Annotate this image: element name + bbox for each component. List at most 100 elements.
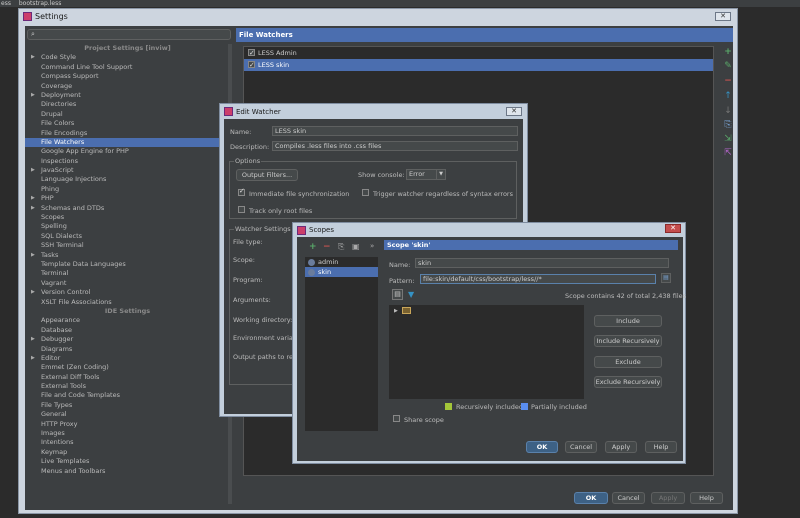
include-recursively-button[interactable]: Include Recursively (594, 335, 662, 347)
track-root-checkbox[interactable] (238, 206, 245, 213)
ok-button[interactable]: OK (526, 441, 558, 453)
move-down-icon[interactable]: ↓ (724, 107, 732, 116)
tree-item[interactable]: ▶ Editor (25, 354, 230, 363)
tree-item[interactable]: Coverage (25, 82, 230, 91)
tree-item[interactable]: General (25, 410, 230, 419)
watcher-enabled-checkbox[interactable] (248, 47, 255, 59)
scope-item[interactable]: skin (305, 267, 378, 277)
tree-item[interactable]: Keymap (25, 448, 230, 457)
copy-icon[interactable]: ⎘ (338, 242, 344, 252)
tree-item[interactable]: ▶ Code Style (25, 53, 230, 62)
tree-item[interactable]: Phing (25, 185, 230, 194)
tree-item[interactable]: Google App Engine for PHP (25, 147, 230, 156)
remove-icon[interactable]: − (724, 77, 732, 86)
close-icon[interactable]: ✕ (715, 12, 731, 21)
import-icon[interactable]: ⇲ (724, 135, 732, 144)
tree-item[interactable]: Language Injections (25, 175, 230, 184)
tree-item[interactable]: Database (25, 326, 230, 335)
ok-button[interactable]: OK (574, 492, 608, 504)
add-icon[interactable]: + (724, 48, 732, 57)
tree-item[interactable]: Scopes (25, 213, 230, 222)
tree-item[interactable]: Directories (25, 100, 230, 109)
expand-arrow-icon[interactable]: ▶ (31, 354, 35, 363)
expand-arrow-icon[interactable]: ▶ (394, 308, 398, 314)
tree-item[interactable]: Spelling (25, 222, 230, 231)
remove-icon[interactable]: − (323, 242, 331, 252)
watcher-row[interactable]: LESS skin (244, 59, 713, 71)
tree-item[interactable]: XSLT File Associations (25, 298, 230, 307)
tree-item[interactable]: Compass Support (25, 72, 230, 81)
tree-item[interactable]: Menus and Toolbars (25, 467, 230, 476)
close-icon[interactable]: ✕ (506, 107, 522, 116)
help-button[interactable]: Help (690, 492, 723, 504)
expand-arrow-icon[interactable]: ▶ (31, 288, 35, 297)
scope-name-field[interactable]: skin (415, 258, 669, 268)
tree-item[interactable]: ▶ Version Control (25, 288, 230, 297)
expand-arrow-icon[interactable]: ▶ (31, 194, 35, 203)
apply-button[interactable]: Apply (651, 492, 685, 504)
cancel-button[interactable]: Cancel (612, 492, 645, 504)
watcher-row[interactable]: LESS Admin (244, 47, 713, 59)
tree-item[interactable]: ▶ Debugger (25, 335, 230, 344)
tree-item[interactable]: File and Code Templates (25, 391, 230, 400)
tree-item[interactable]: Emmet (Zen Coding) (25, 363, 230, 372)
help-button[interactable]: Help (645, 441, 677, 453)
expand-arrow-icon[interactable]: ▶ (31, 91, 35, 100)
save-icon[interactable]: ▣ (352, 242, 360, 251)
description-field[interactable]: Compiles .less files into .css files (272, 141, 518, 151)
editor-tab[interactable]: bootstrap.less (19, 0, 61, 7)
tree-item[interactable]: External Tools (25, 382, 230, 391)
tree-item[interactable]: ▶ Tasks (25, 251, 230, 260)
tree-item[interactable]: External Diff Tools (25, 373, 230, 382)
tree-item[interactable]: Live Templates (25, 457, 230, 466)
pattern-field[interactable]: file:skin/default/css/bootstrap/less//* (420, 274, 656, 284)
scope-item[interactable]: admin (305, 257, 378, 267)
name-field[interactable]: LESS skin (272, 126, 518, 136)
expand-arrow-icon[interactable]: ▶ (31, 166, 35, 175)
exclude-button[interactable]: Exclude (594, 356, 662, 368)
cancel-button[interactable]: Cancel (565, 441, 597, 453)
search-input[interactable]: ⌕ (27, 29, 231, 40)
export-icon[interactable]: ⇱ (724, 149, 732, 158)
immediate-sync-checkbox[interactable] (238, 187, 245, 196)
tree-item[interactable]: ▶ PHP (25, 194, 230, 203)
show-console-select[interactable]: Error ▼ (406, 169, 446, 180)
tree-item[interactable]: HTTP Proxy (25, 420, 230, 429)
filter-icon[interactable]: ▼ (408, 290, 414, 299)
tree-item[interactable]: File Encodings (25, 129, 230, 138)
output-filters-button[interactable]: Output Filters... (236, 169, 298, 181)
tree-item[interactable]: File Colors (25, 119, 230, 128)
tree-item[interactable]: Intentions (25, 438, 230, 447)
tree-item[interactable]: Drupal (25, 110, 230, 119)
tree-item[interactable]: SQL Dialects (25, 232, 230, 241)
copy-icon[interactable]: ⎘ (724, 121, 732, 130)
tree-item[interactable]: Images (25, 429, 230, 438)
tree-item[interactable]: ▶ Schemas and DTDs (25, 204, 230, 213)
tree-item[interactable]: Appearance (25, 316, 230, 325)
tree-item[interactable]: Diagrams (25, 345, 230, 354)
tree-item[interactable]: Terminal (25, 269, 230, 278)
exclude-recursively-button[interactable]: Exclude Recursively (594, 376, 662, 388)
tree-item[interactable]: ▶ Deployment (25, 91, 230, 100)
file-view-icon[interactable]: ▤ (392, 289, 403, 300)
expand-arrow-icon[interactable]: ▶ (31, 251, 35, 260)
expand-arrow-icon[interactable]: ▶ (31, 53, 35, 62)
tree-item[interactable]: File Types (25, 401, 230, 410)
trigger-watcher-checkbox[interactable] (362, 189, 369, 196)
pattern-help-icon[interactable]: ▤ (661, 273, 671, 283)
close-icon[interactable]: ✕ (665, 224, 681, 233)
share-scope-checkbox[interactable] (393, 415, 400, 422)
tree-item[interactable]: SSH Terminal (25, 241, 230, 250)
watcher-enabled-checkbox[interactable] (248, 59, 255, 71)
tree-item[interactable]: Template Data Languages (25, 260, 230, 269)
tree-item[interactable]: File Watchers (25, 137, 230, 148)
include-button[interactable]: Include (594, 315, 662, 327)
folder-icon[interactable] (402, 307, 411, 314)
editor-tab[interactable]: ess (1, 0, 11, 7)
add-icon[interactable]: + (309, 242, 317, 252)
move-up-icon[interactable]: ↑ (724, 92, 732, 101)
edit-icon[interactable]: ✎ (724, 62, 732, 71)
more-icon[interactable]: » (370, 242, 374, 250)
expand-arrow-icon[interactable]: ▶ (31, 335, 35, 344)
tree-item[interactable]: ▶ JavaScript (25, 166, 230, 175)
